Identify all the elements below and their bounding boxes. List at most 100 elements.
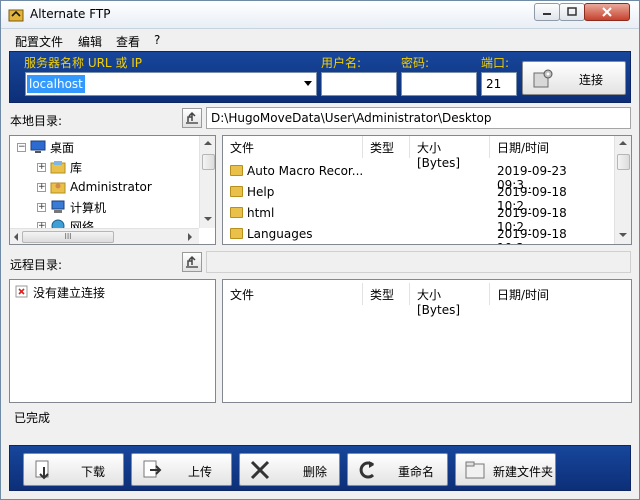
chevron-down-icon[interactable]: [304, 81, 312, 86]
tree-item-label: 库: [70, 160, 83, 175]
tree-item-library[interactable]: + 库: [37, 158, 82, 176]
folder-icon: [230, 228, 243, 239]
file-name: html: [247, 206, 275, 220]
local-tree-panel[interactable]: − 桌面 + 库 + Administrator + 计算机 + 网络 III: [9, 135, 216, 245]
scroll-thumb[interactable]: [202, 154, 215, 170]
file-row[interactable]: html 2019-09-18 10:2...: [223, 202, 603, 234]
desktop-icon: [30, 140, 46, 153]
file-row[interactable]: Help 2019-09-18 10:2...: [223, 181, 603, 213]
tree-item-label: Administrator: [70, 180, 152, 194]
local-path: D:\HugoMoveData\User\Administrator\Deskt…: [211, 111, 492, 125]
column-header-size[interactable]: 大小 [Bytes]: [410, 283, 490, 317]
gear-icon: [533, 69, 553, 88]
upload-button[interactable]: 上传: [131, 453, 232, 486]
scroll-thumb[interactable]: III: [22, 231, 114, 243]
port-value: 21: [486, 77, 502, 91]
file-row[interactable]: Languages 2019-09-18 10:2...: [223, 223, 603, 244]
new-folder-button[interactable]: 新建文件夹: [455, 453, 556, 486]
rename-label: 重命名: [398, 465, 435, 479]
close-button[interactable]: [584, 3, 630, 21]
tree-item-administrator[interactable]: + Administrator: [37, 178, 152, 196]
tree-item-desktop[interactable]: − 桌面: [17, 138, 74, 156]
column-header-size[interactable]: 大小 [Bytes]: [410, 136, 490, 170]
delete-label: 删除: [303, 465, 328, 479]
file-row[interactable]: Auto Macro Recor... 2019-09-23 09:3...: [223, 160, 603, 192]
download-button[interactable]: 下载: [23, 453, 124, 486]
local-up-button[interactable]: [182, 108, 202, 128]
local-tree-hscroll[interactable]: III: [10, 228, 199, 244]
upload-label: 上传: [188, 465, 213, 479]
username-field[interactable]: [321, 72, 397, 96]
folder-up-icon: [186, 255, 198, 268]
new-folder-icon: [465, 461, 485, 479]
rename-button[interactable]: 重命名: [347, 453, 448, 486]
server-combobox[interactable]: localhost: [25, 72, 317, 96]
file-date: 2019-09-18 10:2...: [497, 227, 567, 244]
remote-directory-label: 远程目录:: [10, 258, 63, 272]
tree-item-computer[interactable]: + 计算机: [37, 198, 106, 216]
app-window: Alternate FTP 配置文件 编辑 查看 ? 服务器名称 URL 或 I…: [0, 0, 640, 500]
remote-path-field[interactable]: [206, 251, 631, 273]
tree-item-label: 计算机: [70, 200, 107, 215]
new-folder-label: 新建文件夹: [493, 465, 554, 479]
column-header-date[interactable]: 日期/时间: [490, 283, 631, 305]
column-header-date[interactable]: 日期/时间: [490, 136, 616, 158]
collapse-icon[interactable]: −: [17, 142, 26, 152]
password-field[interactable]: [401, 72, 477, 96]
download-label: 下载: [81, 465, 106, 479]
menu-profile[interactable]: 配置文件: [15, 33, 63, 50]
tree-item-label: 桌面: [50, 140, 75, 155]
title-bar: Alternate FTP: [1, 1, 639, 29]
scroll-left-icon[interactable]: [14, 233, 18, 241]
expand-icon[interactable]: +: [37, 182, 46, 192]
scroll-up-icon[interactable]: [619, 141, 627, 145]
upload-icon: [143, 460, 162, 478]
minimize-button[interactable]: [534, 3, 560, 21]
error-icon: [15, 285, 28, 298]
no-connection-message: 没有建立连接: [33, 285, 106, 300]
column-header-type[interactable]: 类型: [363, 283, 410, 305]
menu-help[interactable]: ?: [154, 33, 160, 47]
maximize-button[interactable]: [559, 3, 585, 21]
scroll-right-icon[interactable]: [188, 233, 192, 241]
password-label: 密码:: [401, 56, 430, 70]
download-icon: [35, 460, 49, 480]
expand-icon[interactable]: +: [37, 162, 46, 172]
column-header-type[interactable]: 类型: [363, 136, 410, 158]
column-header-name[interactable]: 文件: [223, 136, 363, 158]
local-list-vscroll[interactable]: [614, 136, 631, 244]
maximize-icon: [567, 7, 577, 16]
connect-button[interactable]: 连接: [522, 61, 626, 95]
file-name: Auto Macro Recor...: [247, 164, 364, 178]
column-header-name[interactable]: 文件: [223, 283, 363, 305]
remote-up-button[interactable]: [182, 252, 202, 272]
action-bar: 下载 上传 删除 重命名 新建文件夹: [9, 445, 631, 491]
local-tree-vscroll[interactable]: [199, 136, 215, 228]
local-path-field[interactable]: D:\HugoMoveData\User\Administrator\Deskt…: [206, 107, 631, 129]
menu-edit[interactable]: 编辑: [78, 33, 102, 50]
scroll-thumb[interactable]: [617, 154, 630, 170]
scroll-down-icon[interactable]: [619, 233, 627, 237]
scroll-up-icon[interactable]: [204, 141, 212, 145]
remote-tree-panel[interactable]: 没有建立连接: [9, 279, 216, 403]
local-directory-label: 本地目录:: [10, 114, 63, 128]
connect-label: 连接: [579, 73, 604, 87]
computer-icon: [51, 200, 65, 213]
tree-item-no-connection: 没有建立连接: [15, 283, 105, 301]
local-file-list[interactable]: 文件 类型 大小 [Bytes] 日期/时间 Auto Macro Recor.…: [222, 135, 632, 245]
folder-icon: [230, 207, 243, 218]
port-field[interactable]: 21: [481, 72, 517, 96]
delete-icon: [250, 460, 270, 480]
file-name: Help: [247, 185, 275, 199]
scroll-down-icon[interactable]: [204, 217, 212, 221]
expand-icon[interactable]: +: [37, 202, 46, 212]
folder-icon: [230, 165, 243, 176]
server-label: 服务器名称 URL 或 IP: [24, 56, 143, 70]
delete-button[interactable]: 删除: [239, 453, 340, 486]
window-title: Alternate FTP: [30, 7, 111, 21]
menu-view[interactable]: 查看: [116, 33, 140, 50]
rename-icon: [359, 461, 375, 479]
folder-icon: [230, 186, 243, 197]
username-label: 用户名:: [321, 56, 362, 70]
remote-file-list[interactable]: 文件 类型 大小 [Bytes] 日期/时间: [222, 279, 632, 403]
